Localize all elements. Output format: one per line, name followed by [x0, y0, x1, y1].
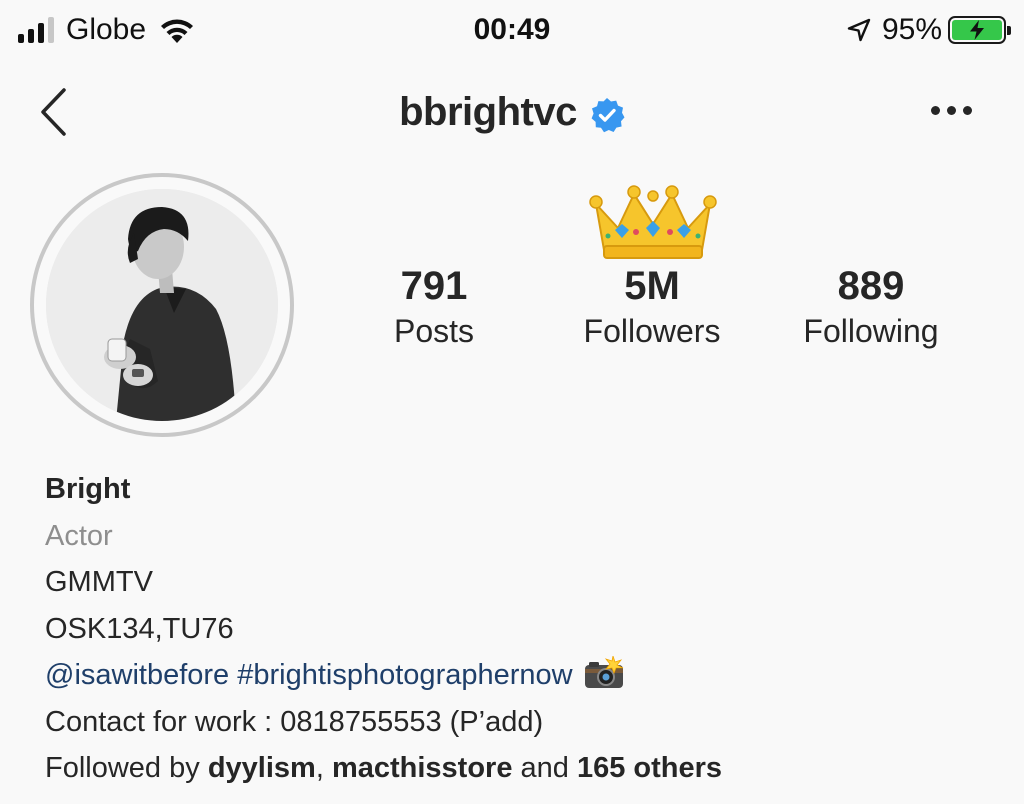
- bio-links-line: @isawitbefore #brightisphotographernow: [45, 652, 1005, 699]
- stat-following[interactable]: 889 Following: [786, 262, 956, 352]
- camera-flash-icon: [584, 656, 623, 688]
- profile-category: Actor: [45, 519, 113, 552]
- verified-badge-icon: [591, 97, 625, 132]
- bio-line-2: OSK134,TU76: [45, 612, 234, 645]
- followed-by-others[interactable]: 165 others: [577, 752, 722, 784]
- battery-icon: [948, 16, 1011, 44]
- battery-percent: 95%: [881, 13, 942, 46]
- following-count: 889: [837, 264, 905, 308]
- followers-label: Followers: [583, 313, 721, 349]
- bio-hashtag-link[interactable]: #brightisphotographernow: [237, 659, 572, 691]
- followed-by-separator: ,: [315, 752, 324, 784]
- stat-followers[interactable]: 5M Followers: [562, 262, 742, 352]
- followed-by-user-1[interactable]: dyylism: [208, 752, 316, 784]
- location-arrow-icon: [847, 18, 871, 42]
- username-title: bbrightvc: [0, 90, 1024, 135]
- profile-display-name: Bright: [45, 473, 131, 505]
- followers-count: 5M: [624, 264, 680, 308]
- followed-by-prefix: Followed by: [45, 752, 200, 784]
- bio-line-1: GMMTV: [45, 566, 153, 598]
- status-bar: Globe 00:49 95%: [0, 0, 1024, 60]
- profile-header: bbrightvc: [0, 78, 1024, 148]
- avatar[interactable]: [46, 189, 278, 421]
- bio-contact: Contact for work : 0818755553 (P’add): [45, 705, 544, 738]
- avatar-story-ring[interactable]: [30, 173, 294, 437]
- following-label: Following: [803, 313, 939, 349]
- posts-count: 791: [400, 264, 468, 308]
- profile-bio: Bright Actor GMMTV OSK134,TU76 @isawitbe…: [45, 466, 1005, 792]
- followed-by-line[interactable]: Followed by dyylism, macthisstore and 16…: [45, 745, 1005, 792]
- bio-mention-link[interactable]: @isawitbefore: [45, 659, 229, 691]
- stat-posts[interactable]: 791 Posts: [374, 262, 494, 352]
- profile-photo: [46, 189, 278, 421]
- followed-by-user-2[interactable]: macthisstore: [332, 752, 513, 784]
- profile-username: bbrightvc: [399, 90, 577, 134]
- charging-bolt-icon: [970, 20, 984, 40]
- more-options-icon[interactable]: [931, 106, 972, 115]
- followed-by-conjunction: and: [520, 752, 569, 784]
- status-right: 95%: [846, 10, 1011, 50]
- posts-label: Posts: [393, 313, 475, 349]
- crown-icon: [589, 185, 717, 259]
